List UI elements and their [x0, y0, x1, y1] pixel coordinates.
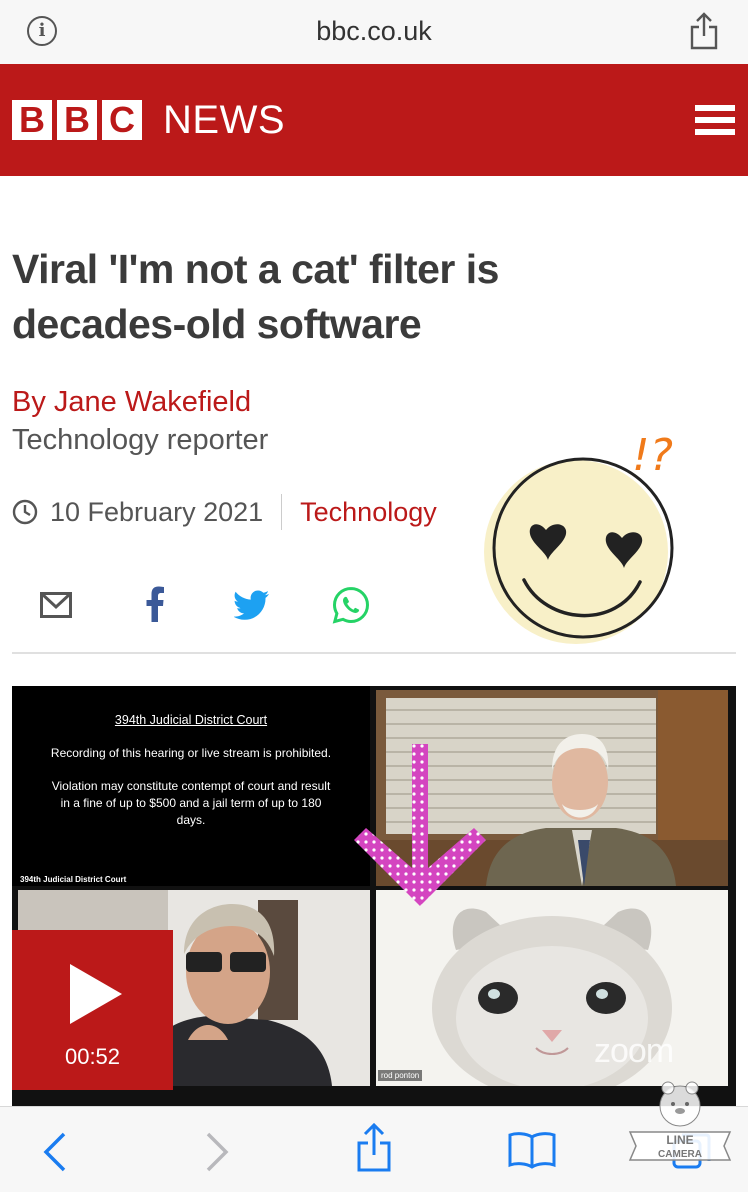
- bbc-logo[interactable]: B B C: [12, 100, 142, 140]
- video-duration: 00:52: [64, 1044, 121, 1069]
- browser-address-bar: i bbc.co.uk: [0, 0, 748, 64]
- kitten-filter-video-tile: [376, 890, 728, 1086]
- forward-icon[interactable]: [204, 1131, 230, 1173]
- zoom-watermark: zoom: [594, 1032, 674, 1070]
- court-notice-recording: Recording of this hearing or live stream…: [50, 746, 332, 760]
- stamp-camera-text: CAMERA: [658, 1149, 702, 1160]
- topic-link[interactable]: Technology: [300, 497, 437, 528]
- logo-letter: C: [102, 100, 142, 140]
- play-button[interactable]: 00:52: [12, 930, 173, 1090]
- logo-letter: B: [57, 100, 97, 140]
- headline-line: decades-old software: [12, 301, 422, 347]
- court-label: 394th Judicial District Court: [20, 875, 127, 884]
- hamburger-menu-icon[interactable]: [695, 105, 735, 139]
- stamp-line-text: LINE: [666, 1133, 693, 1147]
- court-notice-violation: Violation may constitute contempt of cou…: [51, 779, 331, 827]
- logo-news-text[interactable]: NEWS: [163, 98, 285, 143]
- publish-date: 10 February 2021: [50, 496, 264, 527]
- email-icon[interactable]: [40, 592, 72, 618]
- back-icon[interactable]: [42, 1131, 68, 1173]
- meta-divider: [281, 494, 283, 530]
- pink-arrow-icon: [354, 744, 486, 906]
- url-text[interactable]: bbc.co.uk: [0, 16, 748, 47]
- share-separator: [12, 652, 736, 654]
- headline-line: Viral 'I'm not a cat' filter is: [12, 246, 499, 292]
- facebook-icon[interactable]: [146, 586, 164, 622]
- bookmarks-icon[interactable]: [508, 1131, 556, 1169]
- play-icon: [70, 964, 122, 1024]
- heart-eyes-smiley-icon: !?: [484, 430, 674, 644]
- whatsapp-icon[interactable]: [332, 586, 370, 624]
- bbc-news-header: B B C NEWS: [0, 64, 748, 176]
- logo-letter: B: [12, 100, 52, 140]
- article-headline: Viral 'I'm not a cat' filter is decades-…: [12, 242, 612, 352]
- twitter-icon[interactable]: [234, 590, 270, 620]
- share-icon[interactable]: [688, 12, 720, 50]
- line-camera-stamp: LINE CAMERA: [628, 1081, 732, 1161]
- participant-name: rod ponton: [378, 1070, 423, 1081]
- article-meta: 10 February 2021 Technology: [12, 492, 437, 532]
- share-icon[interactable]: [356, 1123, 392, 1173]
- sticker-text: !?: [632, 430, 673, 481]
- court-title: 394th Judicial District Court: [114, 713, 268, 727]
- clock-icon: [12, 499, 38, 525]
- byline-role: Technology reporter: [12, 424, 269, 456]
- byline-author[interactable]: By Jane Wakefield: [12, 386, 251, 419]
- court-notice-panel: 394th Judicial District Court Recording …: [12, 686, 370, 886]
